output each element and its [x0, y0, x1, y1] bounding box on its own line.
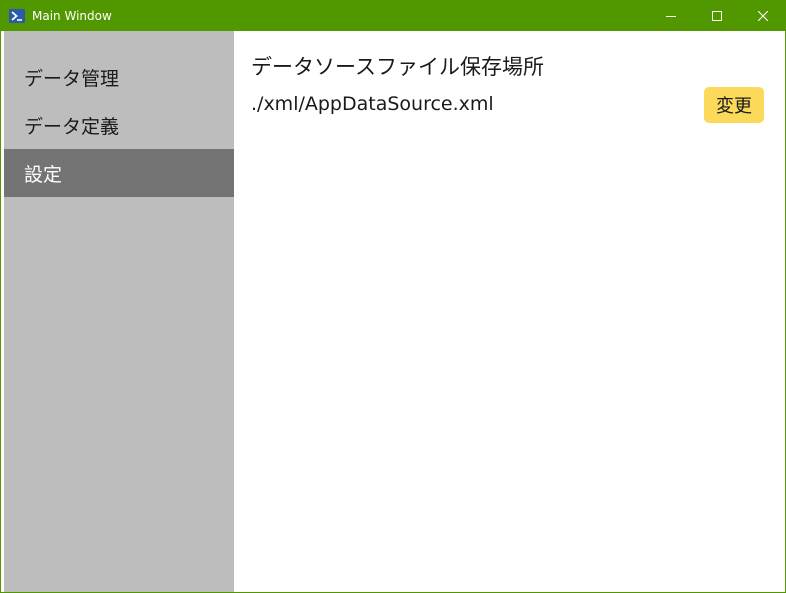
title-bar[interactable]: Main Window	[0, 0, 786, 31]
minimize-button[interactable]	[648, 0, 694, 31]
settings-panel: データソースファイル保存場所 ./xml/AppDataSource.xml 変…	[234, 31, 785, 592]
sidebar-item-data-definition[interactable]: データ定義	[4, 101, 234, 149]
datasource-location-heading: データソースファイル保存場所	[251, 55, 544, 79]
change-button[interactable]: 変更	[704, 87, 764, 123]
maximize-icon	[712, 6, 722, 25]
main-window: Main Window データ管理 データ定義 設定 データソースファイル保存場…	[0, 0, 786, 593]
caption-buttons	[648, 0, 786, 31]
sidebar-item-settings[interactable]: 設定	[4, 149, 234, 197]
sidebar-item-data-management[interactable]: データ管理	[4, 53, 234, 101]
sidebar-item-label: 設定	[24, 163, 63, 186]
close-button[interactable]	[740, 0, 786, 31]
close-icon	[757, 6, 769, 25]
sidebar-nav: データ管理 データ定義 設定	[4, 31, 234, 592]
window-title: Main Window	[32, 8, 112, 23]
maximize-button[interactable]	[694, 0, 740, 31]
minimize-icon	[666, 6, 676, 25]
powershell-icon	[9, 8, 25, 24]
sidebar-item-label: データ定義	[24, 115, 120, 138]
datasource-path-value: ./xml/AppDataSource.xml	[251, 93, 494, 115]
sidebar-item-label: データ管理	[24, 67, 120, 90]
